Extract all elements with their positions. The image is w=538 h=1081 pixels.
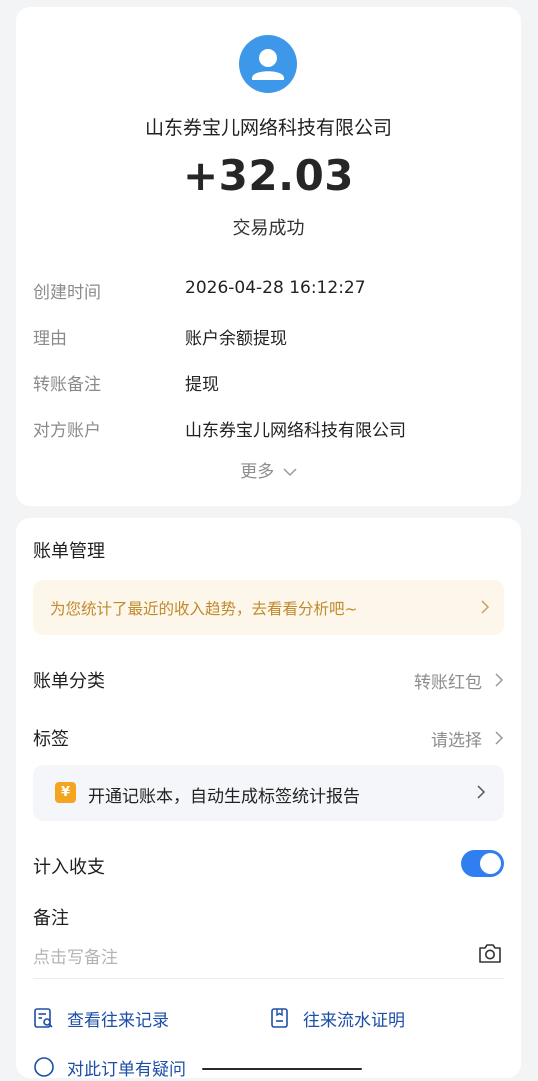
- income-expense-row: 计入收支: [33, 850, 504, 879]
- person-icon: [252, 49, 284, 80]
- banner-text: 为您统计了最近的收入趋势，去看看分析吧~: [50, 600, 358, 618]
- income-expense-label: 计入收支: [33, 857, 105, 878]
- view-history-text: 查看往来记录: [67, 1011, 169, 1031]
- help-icon: [34, 1057, 54, 1077]
- chevron-right-icon: [495, 673, 504, 687]
- detail-value: 账户余额提现: [185, 329, 287, 349]
- flow-certificate-text: 往来流水证明: [303, 1011, 405, 1031]
- chevron-right-icon: [481, 600, 490, 614]
- toggle-knob: [480, 853, 501, 874]
- bill-management-card: 账单管理 为您统计了最近的收入趋势，去看看分析吧~ 账单分类 转账红包 标签 请…: [16, 518, 521, 1080]
- bill-category-value: 转账红包: [414, 673, 482, 693]
- open-ledger-promo[interactable]: ¥ 开通记账本，自动生成标签统计报告: [33, 765, 504, 821]
- transaction-card: 山东券宝儿网络科技有限公司 +32.03 交易成功 创建时间 2026-04-2…: [16, 7, 521, 506]
- note-label: 备注: [33, 908, 69, 929]
- bill-category-label: 账单分类: [33, 671, 105, 692]
- detail-label: 理由: [33, 329, 67, 349]
- chevron-right-icon: [495, 731, 504, 745]
- detail-row-transfer-note: 转账备注 提现: [33, 370, 503, 395]
- detail-value: 提现: [185, 375, 219, 395]
- bill-category-row[interactable]: 账单分类 转账红包: [33, 667, 504, 693]
- income-trend-banner[interactable]: 为您统计了最近的收入趋势，去看看分析吧~: [33, 580, 504, 635]
- more-button[interactable]: 更多: [16, 457, 521, 482]
- transaction-status: 交易成功: [232, 218, 305, 239]
- merchant-name: 山东券宝儿网络科技有限公司: [144, 117, 392, 139]
- note-input[interactable]: 点击写备注: [33, 941, 504, 979]
- detail-label: 转账备注: [33, 375, 101, 395]
- tag-value: 请选择: [431, 731, 482, 751]
- detail-value: 山东券宝儿网络科技有限公司: [185, 421, 406, 441]
- chevron-right-icon: [477, 785, 486, 799]
- merchant-avatar[interactable]: [239, 35, 297, 93]
- detail-row-counterparty: 对方账户 山东券宝儿网络科技有限公司: [33, 416, 503, 441]
- certificate-icon: [271, 1008, 288, 1028]
- promo-text: 开通记账本，自动生成标签统计报告: [88, 787, 360, 807]
- home-indicator: [202, 1068, 362, 1070]
- tag-row[interactable]: 标签 请选择: [33, 725, 504, 751]
- more-label: 更多: [240, 462, 275, 482]
- detail-value: 2026-04-28 16:12:27: [185, 278, 366, 298]
- detail-label: 对方账户: [33, 421, 101, 441]
- transaction-amount: +32.03: [182, 151, 355, 200]
- record-search-icon: [34, 1008, 53, 1028]
- detail-row-reason: 理由 账户余额提现: [33, 324, 503, 349]
- tag-label: 标签: [33, 729, 69, 750]
- chevron-down-icon: [283, 468, 297, 477]
- section-title: 账单管理: [33, 541, 105, 562]
- detail-label: 创建时间: [33, 283, 101, 303]
- note-placeholder: 点击写备注: [33, 948, 118, 968]
- order-question-text: 对此订单有疑问: [67, 1060, 186, 1080]
- camera-icon[interactable]: [477, 941, 503, 965]
- ledger-icon: ¥: [55, 782, 76, 803]
- income-expense-toggle[interactable]: [461, 850, 504, 877]
- detail-row-created-time: 创建时间 2026-04-28 16:12:27: [33, 278, 503, 303]
